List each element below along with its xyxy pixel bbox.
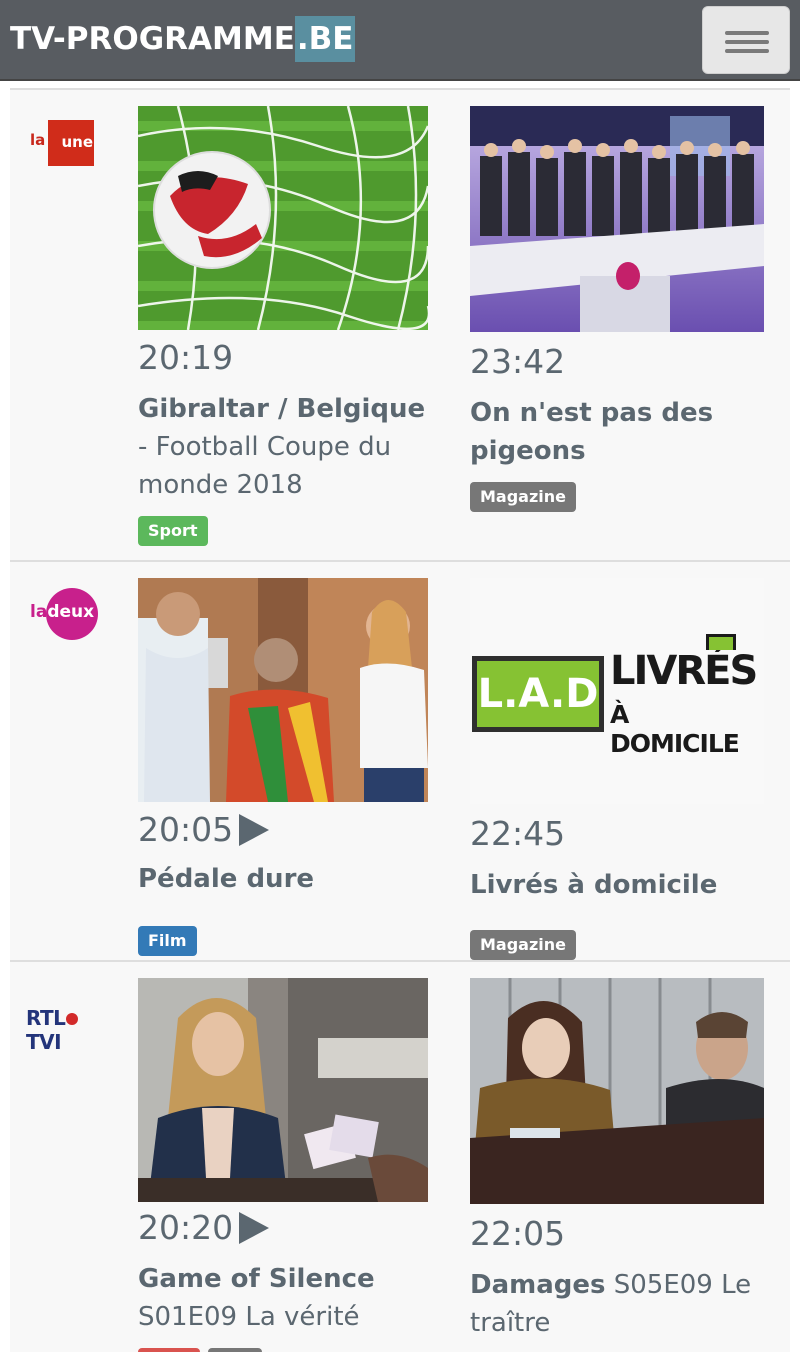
program-title[interactable]: Gibraltar / Belgique - Football Coupe du… xyxy=(138,390,438,504)
site-logo[interactable]: TV-PROGRAMME .BE xyxy=(10,16,356,62)
program-time: 22:45 xyxy=(470,814,566,853)
play-icon[interactable] xyxy=(239,1211,270,1244)
program-thumbnail[interactable] xyxy=(138,106,428,330)
channel-logo-rtl-tvi[interactable]: RTLTVI xyxy=(26,1006,110,1054)
play-icon[interactable] xyxy=(239,813,270,846)
program-time: 22:05 xyxy=(470,1214,566,1253)
program-time: 23:42 xyxy=(470,342,566,381)
program-thumbnail[interactable] xyxy=(470,106,764,332)
program-thumbnail[interactable] xyxy=(138,978,428,1202)
program-title[interactable]: On n'est pas des pigeons xyxy=(470,394,764,470)
program-time: 20:20 xyxy=(138,1208,270,1247)
lad-logo-image: L.A.D xyxy=(472,656,604,732)
brand-tld: .BE xyxy=(294,16,356,62)
lad-logo-text-1: LIVRÉS xyxy=(610,648,758,694)
brand-name: TV-PROGRAMME xyxy=(10,21,295,57)
genre-badge xyxy=(208,1348,262,1352)
lad-logo-accent xyxy=(706,634,736,650)
channel-row-la-deux: ladeux 20:05 Pédale dure Film L.A.D LIVR… xyxy=(10,560,790,962)
program-title[interactable]: Damages S05E09 Le traître xyxy=(470,1266,764,1342)
menu-toggle-button[interactable] xyxy=(702,6,790,74)
program-thumbnail[interactable] xyxy=(138,578,428,802)
top-navbar: TV-PROGRAMME .BE xyxy=(0,0,800,81)
program-thumbnail[interactable] xyxy=(470,978,764,1204)
channel-row-la-une: une la 20:19 Gibraltar / Belgique - Foot… xyxy=(10,88,790,562)
genre-badge: Film xyxy=(138,926,197,956)
genre-badge: Sport xyxy=(138,516,208,546)
channel-row-rtl-tvi: RTLTVI 20:20 Game of Silence S01E09 La v… xyxy=(10,960,790,1352)
channel-logo-la-une[interactable]: une la xyxy=(30,118,100,168)
rtl-dot-icon xyxy=(66,1013,79,1025)
program-thumbnail[interactable]: L.A.D LIVRÉS À DOMICILE xyxy=(470,578,764,804)
genre-badge: Magazine xyxy=(470,930,577,960)
genre-badge: Magazine xyxy=(470,482,577,512)
lad-logo-text-2: À DOMICILE xyxy=(610,700,740,758)
program-title[interactable]: Pédale dure xyxy=(138,860,438,898)
genre-badge xyxy=(138,1348,200,1352)
channel-logo-la-deux[interactable]: ladeux xyxy=(28,586,102,642)
program-time: 20:05 xyxy=(138,810,270,849)
program-title[interactable]: Livrés à domicile xyxy=(470,866,770,904)
program-time: 20:19 xyxy=(138,338,234,377)
program-title[interactable]: Game of Silence S01E09 La vérité xyxy=(138,1260,438,1336)
